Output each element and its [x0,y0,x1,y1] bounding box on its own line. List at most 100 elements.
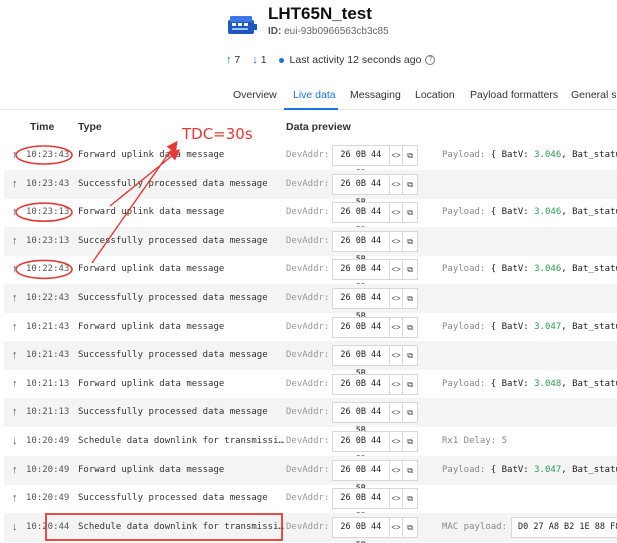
devaddr-value: 26 0B 44 5B [333,174,390,208]
copy-icon[interactable]: ⧉ [403,432,417,451]
mac-payload-field: D0 27 A8 B2 1E 88 F8 F6 [511,516,617,538]
devaddr-value: 26 0B 44 5B [333,346,390,379]
devaddr-value: 26 0B 44 5B [333,203,390,236]
code-toggle-icon[interactable]: <> [390,403,404,423]
tab-general-settings[interactable]: General set [571,89,617,101]
table-row[interactable]: ↑ 10:20:49 Successfully processed data mes… [4,484,617,522]
row-time: 10:21:43 [26,321,70,332]
device-tabs: Overview Live data Messaging Location Pa… [0,78,617,110]
copy-icon[interactable]: ⧉ [403,175,417,194]
downlink-arrow-icon: ↓ [12,435,18,447]
table-row[interactable]: ↓ 10:20:49 Schedule data downlink for tran… [4,427,617,465]
table-row[interactable]: ↑ 10:21:13 Forward uplink data message DevA… [4,370,617,408]
devaddr-label: DevAddr: [286,150,330,160]
preview-value: 5 [501,436,508,446]
table-row[interactable]: ↑ 10:23:13 Forward uplink data message DevA… [4,198,617,236]
uplink-count-value: 7 [234,54,241,66]
code-toggle-icon[interactable]: <> [390,460,404,480]
table-row[interactable]: ↑ 10:21:43 Forward uplink data message DevA… [4,313,617,351]
code-toggle-icon[interactable]: <> [390,346,404,366]
help-icon[interactable]: ? [425,55,436,65]
uplink-arrow-icon: ↑ [12,149,18,161]
row-preview: Payload: { BatV: 3.048, Bat_status [442,379,617,389]
table-row[interactable]: ↑ 10:22:43 Successfully processed data mes… [4,284,617,322]
code-toggle-icon[interactable]: <> [390,260,404,280]
row-preview: Rx1 Delay: 5 [442,436,507,446]
annotation-label: TDC=30s [182,125,253,143]
uplink-arrow-icon: ↑ [226,54,232,66]
code-toggle-icon[interactable]: <> [390,374,404,394]
uplink-arrow-icon: ↑ [12,206,18,219]
copy-icon[interactable]: ⧉ [403,260,417,279]
device-chip-icon [228,16,257,34]
copy-icon[interactable]: ⧉ [403,346,417,365]
preview-text: { BatV: [490,321,535,332]
row-preview: MAC payload: [442,522,507,532]
devaddr-value: 26 0B 44 5B [333,146,390,179]
tab-live-data[interactable]: Live data [293,89,336,101]
devaddr-label: DevAddr: [286,493,330,504]
preview-value: 3.047 [534,464,562,475]
tab-payload-formatters[interactable]: Payload formatters [470,89,558,101]
row-time: 10:21:13 [26,407,70,418]
preview-label: Payload: [442,378,486,389]
copy-icon[interactable]: ⧉ [403,232,417,251]
code-toggle-icon[interactable]: <> [390,317,404,337]
downlink-arrow-icon: ↓ [12,520,18,533]
code-toggle-icon[interactable]: <> [390,289,404,308]
copy-icon[interactable]: ⧉ [403,489,417,508]
column-header-type: Type [78,121,102,133]
activity-dot-icon [278,57,284,63]
preview-value: 3.046 [534,207,562,218]
copy-icon[interactable]: ⧉ [403,289,417,308]
copy-icon[interactable]: ⧉ [403,203,417,222]
row-time: 10:21:13 [26,378,70,389]
table-row[interactable]: ↑ 10:21:43 Successfully processed data mes… [4,341,617,379]
row-type: Schedule data downlink for transmissi… [78,521,284,532]
devaddr-field: 26 0B 44 5B<>⧉ [332,173,418,208]
downlink-count: ↓ 1 [252,54,266,66]
row-type: Forward uplink data message [78,150,225,160]
devaddr-value: 26 0B 44 5B [333,374,390,408]
devaddr-field: 26 0B 44 5B<>⧉ [332,459,418,494]
code-toggle-icon[interactable]: <> [390,146,404,165]
table-row[interactable]: ↑ 10:23:43 Forward uplink data message DevA… [4,141,617,179]
code-toggle-icon[interactable]: <> [390,489,404,509]
preview-label: Payload: [442,321,486,332]
table-row[interactable]: ↓ 10:20:44 Schedule data downlink for tran… [4,512,617,543]
row-time: 10:21:43 [26,350,70,361]
table-row[interactable]: ↑ 10:22:43 Forward uplink data message DevA… [4,255,617,293]
copy-icon[interactable]: ⧉ [403,318,417,337]
code-toggle-icon[interactable]: <> [390,174,404,194]
code-toggle-icon[interactable]: <> [390,517,404,537]
devaddr-value: 26 0B 44 5B [333,231,390,265]
copy-icon[interactable]: ⧉ [403,461,417,480]
uplink-arrow-icon: ↑ [12,177,18,190]
tab-messaging[interactable]: Messaging [350,89,401,101]
row-time: 10:20:49 [26,464,70,475]
copy-icon[interactable]: ⧉ [403,146,417,165]
devaddr-field: 26 0B 44 5B<>⧉ [332,373,418,408]
devaddr-field: 26 0B 44 5B<>⧉ [332,230,418,265]
row-time: 10:23:13 [26,235,70,246]
preview-rest: , Bat_status [561,150,617,160]
row-type: Successfully processed data message [78,493,268,504]
devaddr-value: 26 0B 44 5B [333,317,390,351]
code-toggle-icon[interactable]: <> [390,203,404,223]
table-row[interactable]: ↑ 10:21:13 Successfully processed data mes… [4,398,617,436]
copy-icon[interactable]: ⧉ [403,403,417,422]
tab-location[interactable]: Location [415,89,455,101]
table-row[interactable]: ↑ 10:23:43 Successfully processed data mes… [4,169,617,208]
devaddr-label: DevAddr: [286,207,330,218]
row-preview: Payload: { BatV: 3.047, Bat_status [442,322,617,332]
tab-overview[interactable]: Overview [233,89,277,101]
devaddr-label: DevAddr: [286,178,330,189]
table-row[interactable]: ↑ 10:20:49 Forward uplink data message DevA… [4,455,617,494]
preview-rest: , Bat_status [561,378,617,389]
devaddr-label: DevAddr: [286,293,330,303]
table-row[interactable]: ↑ 10:23:13 Successfully processed data mes… [4,226,617,265]
copy-icon[interactable]: ⧉ [403,518,417,537]
code-toggle-icon[interactable]: <> [390,432,404,451]
copy-icon[interactable]: ⧉ [403,375,417,394]
code-toggle-icon[interactable]: <> [390,231,404,251]
